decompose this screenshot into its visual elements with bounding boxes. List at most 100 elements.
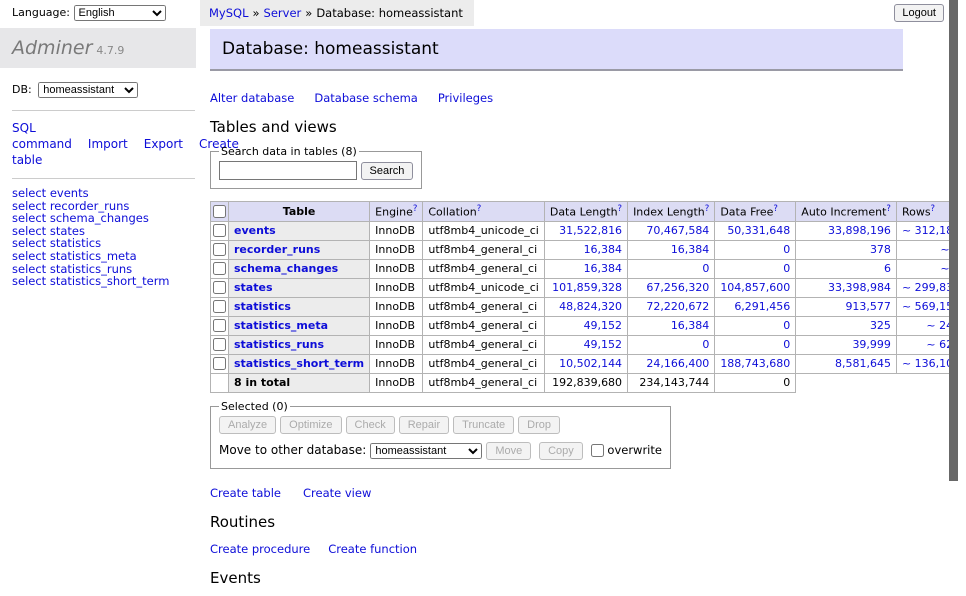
routine-link-0[interactable]: Create procedure xyxy=(210,542,310,556)
row-checkbox[interactable] xyxy=(213,281,226,294)
row-checkbox[interactable] xyxy=(213,319,226,332)
index-length-link[interactable]: 16,384 xyxy=(671,243,710,256)
truncate-button[interactable]: Truncate xyxy=(453,416,514,434)
index-length-cell: 0 xyxy=(628,259,715,278)
index-length-link[interactable]: 24,166,400 xyxy=(646,357,709,370)
auto-increment-link[interactable]: 325 xyxy=(870,319,891,332)
search-input[interactable] xyxy=(219,161,357,180)
help-link[interactable]: ? xyxy=(477,204,482,214)
row-checkbox[interactable] xyxy=(213,300,226,313)
table-name-link[interactable]: states xyxy=(234,281,273,294)
collation-cell: utf8mb4_unicode_ci xyxy=(423,221,544,240)
column-header-table: Table xyxy=(229,202,370,222)
table-name-link[interactable]: recorder_runs xyxy=(234,243,320,256)
data-length-cell: 16,384 xyxy=(544,240,627,259)
index-length-link[interactable]: 70,467,584 xyxy=(646,224,709,237)
row-checkbox[interactable] xyxy=(213,357,226,370)
menu-link-2[interactable]: Export xyxy=(144,137,183,151)
table-name-cell: recorder_runs xyxy=(229,240,370,259)
index-length-link[interactable]: 0 xyxy=(702,338,709,351)
auto-increment-link[interactable]: 33,898,196 xyxy=(828,224,891,237)
index-length-link[interactable]: 16,384 xyxy=(671,319,710,332)
auto-increment-cell: 325 xyxy=(796,316,897,335)
table-name-link[interactable]: schema_changes xyxy=(234,262,338,275)
data-free-link[interactable]: 0 xyxy=(783,319,790,332)
table-name-cell: statistics_short_term xyxy=(229,354,370,373)
db-select[interactable]: homeassistant xyxy=(38,82,138,98)
column-header-auto-increment: Auto Increment? xyxy=(796,202,897,222)
auto-increment-link[interactable]: 8,581,645 xyxy=(835,357,891,370)
db-label: DB: xyxy=(12,83,32,96)
data-length-link[interactable]: 16,384 xyxy=(584,262,623,275)
repair-button[interactable]: Repair xyxy=(399,416,449,434)
data-free-link[interactable]: 0 xyxy=(783,243,790,256)
action-link-1[interactable]: Database schema xyxy=(314,91,417,105)
data-free-link[interactable]: 6,291,456 xyxy=(734,300,790,313)
data-length-link[interactable]: 49,152 xyxy=(584,338,623,351)
auto-increment-link[interactable]: 378 xyxy=(870,243,891,256)
data-length-link[interactable]: 10,502,144 xyxy=(559,357,622,370)
data-length-link[interactable]: 31,522,816 xyxy=(559,224,622,237)
overwrite-checkbox[interactable] xyxy=(591,444,604,457)
row-checkbox[interactable] xyxy=(213,243,226,256)
auto-increment-cell: 33,398,984 xyxy=(796,278,897,297)
index-length-link[interactable]: 67,256,320 xyxy=(646,281,709,294)
move-db-select[interactable]: homeassistant xyxy=(370,443,482,459)
table-name-link[interactable]: statistics_short_term xyxy=(234,357,364,370)
auto-increment-cell: 8,581,645 xyxy=(796,354,897,373)
create-link-1[interactable]: Create view xyxy=(303,486,371,500)
data-free-link[interactable]: 188,743,680 xyxy=(720,357,790,370)
routine-link-1[interactable]: Create function xyxy=(328,542,417,556)
table-link-0[interactable]: select events xyxy=(12,187,196,200)
auto-increment-link[interactable]: 33,398,984 xyxy=(828,281,891,294)
menu-link-0[interactable]: SQL command xyxy=(12,121,72,151)
help-link[interactable]: ? xyxy=(413,204,418,214)
data-length-link[interactable]: 101,859,328 xyxy=(552,281,622,294)
table-name-link[interactable]: events xyxy=(234,224,276,237)
auto-increment-link[interactable]: 913,577 xyxy=(845,300,891,313)
table-name-link[interactable]: statistics xyxy=(234,300,291,313)
help-link[interactable]: ? xyxy=(886,204,891,214)
copy-button[interactable]: Copy xyxy=(539,442,583,460)
help-link[interactable]: ? xyxy=(705,204,710,214)
help-link[interactable]: ? xyxy=(618,204,623,214)
analyze-button[interactable]: Analyze xyxy=(219,416,276,434)
data-free-link[interactable]: 0 xyxy=(783,338,790,351)
action-link-0[interactable]: Alter database xyxy=(210,91,294,105)
sidebar-table-links: select eventsselect recorder_runsselect … xyxy=(12,187,196,288)
row-checkbox[interactable] xyxy=(213,224,226,237)
help-link[interactable]: ? xyxy=(773,204,778,214)
help-link[interactable]: ? xyxy=(931,204,936,214)
row-checkbox[interactable] xyxy=(213,262,226,275)
drop-button[interactable]: Drop xyxy=(518,416,560,434)
scrollbar-thumb[interactable] xyxy=(949,0,958,481)
move-button[interactable]: Move xyxy=(486,442,531,460)
index-length-link[interactable]: 72,220,672 xyxy=(646,300,709,313)
data-length-link[interactable]: 48,824,320 xyxy=(559,300,622,313)
table-link-2[interactable]: select schema_changes xyxy=(12,212,196,225)
data-free-link[interactable]: 104,857,600 xyxy=(720,281,790,294)
create-link-0[interactable]: Create table xyxy=(210,486,281,500)
row-checkbox[interactable] xyxy=(213,338,226,351)
auto-increment-link[interactable]: 39,999 xyxy=(852,338,891,351)
select-all-checkbox[interactable] xyxy=(213,205,226,218)
menu-link-1[interactable]: Import xyxy=(88,137,128,151)
data-free-link[interactable]: 50,331,648 xyxy=(727,224,790,237)
table-name-link[interactable]: statistics_runs xyxy=(234,338,324,351)
table-link-5[interactable]: select statistics_meta xyxy=(12,250,196,263)
action-link-2[interactable]: Privileges xyxy=(438,91,493,105)
vertical-scrollbar[interactable] xyxy=(950,0,966,543)
data-length-link[interactable]: 16,384 xyxy=(584,243,623,256)
check-button[interactable]: Check xyxy=(346,416,395,434)
search-button[interactable]: Search xyxy=(361,162,414,180)
total-data-length-cell: 192,839,680 xyxy=(544,373,627,392)
data-length-link[interactable]: 49,152 xyxy=(584,319,623,332)
table-name-link[interactable]: statistics_meta xyxy=(234,319,328,332)
table-link-7[interactable]: select statistics_short_term xyxy=(12,275,196,288)
index-length-link[interactable]: 0 xyxy=(702,262,709,275)
data-free-link[interactable]: 0 xyxy=(783,262,790,275)
auto-increment-cell: 378 xyxy=(796,240,897,259)
auto-increment-link[interactable]: 6 xyxy=(884,262,891,275)
optimize-button[interactable]: Optimize xyxy=(280,416,341,434)
table-create-links: Create table Create view xyxy=(210,486,903,500)
